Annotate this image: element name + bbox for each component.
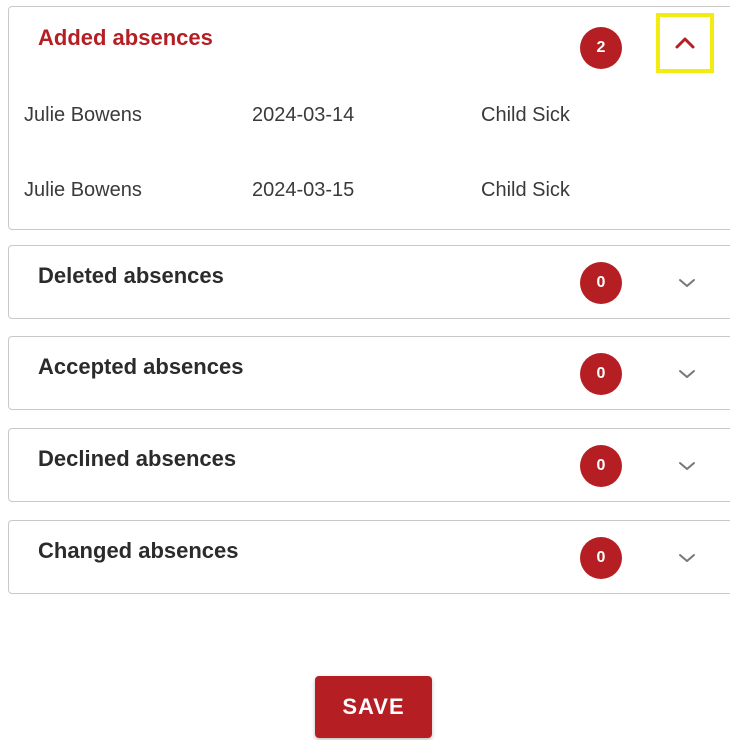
accepted-absences-count-badge: 0 [580, 353, 622, 395]
chevron-down-icon [679, 279, 695, 287]
added-absences-title[interactable]: Added absences [38, 25, 213, 51]
declined-absences-title: Declined absences [38, 446, 237, 471]
changed-absences-panel[interactable]: Changed absences 0 [8, 520, 730, 594]
added-absences-panel: Added absences 2 Julie Bowens 2024-03-14… [8, 6, 730, 230]
chevron-up-icon [675, 37, 695, 49]
changed-absences-count-badge: 0 [580, 537, 622, 579]
absence-name: Julie Bowens [24, 104, 142, 126]
save-button[interactable]: SAVE [315, 676, 432, 738]
chevron-down-icon [679, 462, 695, 470]
declined-absences-count-badge: 0 [580, 445, 622, 487]
declined-absences-panel[interactable]: Declined absences 0 [8, 428, 730, 502]
deleted-absences-title: Deleted absences [38, 263, 224, 288]
absence-date: 2024-03-14 [252, 104, 355, 126]
chevron-down-icon [679, 370, 695, 378]
deleted-absences-expand-toggle[interactable] [672, 268, 702, 298]
absence-reason: Child Sick [481, 179, 570, 201]
changed-absences-title: Changed absences [38, 538, 239, 563]
accepted-absences-panel[interactable]: Accepted absences 0 [8, 336, 730, 410]
declined-absences-expand-toggle[interactable] [672, 451, 702, 481]
deleted-absences-panel[interactable]: Deleted absences 0 [8, 245, 730, 319]
accepted-absences-title: Accepted absences [38, 354, 244, 379]
absence-reason: Child Sick [481, 104, 570, 126]
absence-date: 2024-03-15 [252, 179, 355, 201]
deleted-absences-count-badge: 0 [580, 262, 622, 304]
added-absences-collapse-toggle[interactable] [656, 13, 714, 73]
absence-name: Julie Bowens [24, 179, 142, 201]
added-absences-count-badge: 2 [580, 27, 622, 69]
accepted-absences-expand-toggle[interactable] [672, 359, 702, 389]
chevron-down-icon [679, 554, 695, 562]
changed-absences-expand-toggle[interactable] [672, 543, 702, 573]
